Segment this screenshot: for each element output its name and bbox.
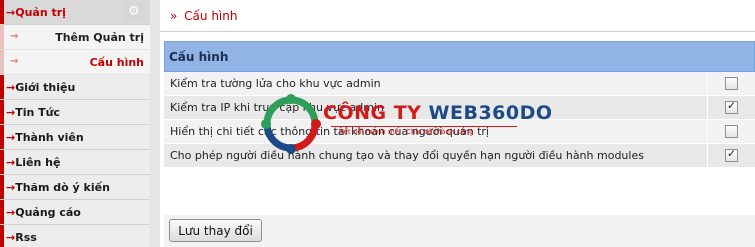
breadcrumb-separator: » <box>170 9 178 23</box>
sidebar: →Quản trị ⚙ → Thêm Quản trị → Cấu hình →… <box>0 0 150 247</box>
breadcrumb: » Cấu hình <box>170 9 237 23</box>
sidebar-sub-accent <box>0 25 4 49</box>
arrow-icon: → <box>6 181 16 194</box>
arrow-icon: → <box>6 156 16 169</box>
setting-checkbox-ip-check[interactable]: ✓ <box>725 99 738 114</box>
sidebar-subitem-label: Cấu hình <box>89 56 144 69</box>
sidebar-subitem-label: Thêm Quản trị <box>55 31 144 44</box>
sidebar-accent-bar <box>0 100 4 124</box>
sidebar-item-label: Liên hệ <box>15 156 61 169</box>
setting-row: Kiểm tra IP khi truy cập khu vực admin ✓ <box>164 96 755 120</box>
setting-row: Kiểm tra tường lửa cho khu vực admin <box>164 72 755 96</box>
sidebar-subitem-cau-hinh[interactable]: → Cấu hình <box>0 50 150 75</box>
arrow-icon: → <box>6 6 16 19</box>
setting-row: Hiển thị chi tiết các thông tin tài khoả… <box>164 120 755 144</box>
main-content: » Cấu hình Cấu hình Kiểm tra tường lửa c… <box>160 0 755 247</box>
sidebar-item-quan-tri[interactable]: →Quản trị ⚙ <box>0 0 150 25</box>
sidebar-item-label: Quảng cáo <box>15 206 81 219</box>
sidebar-accent-bar <box>0 225 4 247</box>
setting-label: Cho phép người điều hành chung tạo và th… <box>170 149 644 162</box>
setting-checkbox-module-permissions[interactable]: ✓ <box>725 147 738 162</box>
checkmark-icon: ✓ <box>727 99 737 112</box>
sidebar-accent-bar <box>0 125 4 149</box>
setting-checkbox-account-details[interactable] <box>725 125 738 138</box>
sidebar-accent-bar <box>0 0 4 24</box>
sidebar-sub-accent <box>0 50 4 74</box>
sidebar-accent-bar <box>0 175 4 199</box>
setting-label: Hiển thị chi tiết các thông tin tài khoả… <box>170 125 489 138</box>
arrow-icon: → <box>10 56 19 67</box>
sidebar-item-tin-tuc[interactable]: →Tin Tức <box>0 100 150 125</box>
breadcrumb-divider <box>160 31 755 32</box>
sidebar-item-gioi-thieu[interactable]: →Giới thiệu <box>0 75 150 100</box>
sidebar-item-label: Thăm dò ý kiến <box>15 181 110 194</box>
sidebar-item-rss[interactable]: →Rss <box>0 225 150 247</box>
sidebar-item-label: Giới thiệu <box>15 81 76 94</box>
checkbox-cell: ✓ <box>707 144 755 167</box>
gear-icon[interactable]: ⚙ <box>124 3 144 21</box>
checkbox-cell <box>707 72 755 95</box>
breadcrumb-link-cau-hinh[interactable]: Cấu hình <box>184 9 237 23</box>
arrow-icon: → <box>6 231 16 244</box>
setting-label: Kiểm tra IP khi truy cập khu vực admin <box>170 101 384 114</box>
checkmark-icon: ✓ <box>727 147 737 160</box>
sidebar-accent-bar <box>0 75 4 99</box>
form-actions: Lưu thay đổi <box>164 215 755 247</box>
sidebar-divider <box>150 0 160 247</box>
sidebar-subitem-them-quan-tri[interactable]: → Thêm Quản trị <box>0 25 150 50</box>
sidebar-accent-bar <box>0 150 4 174</box>
checkbox-cell <box>707 120 755 143</box>
settings-panel: Cấu hình Kiểm tra tường lửa cho khu vực … <box>164 41 755 247</box>
sidebar-item-tham-do-y-kien[interactable]: →Thăm dò ý kiến <box>0 175 150 200</box>
sidebar-item-label: Rss <box>15 231 37 244</box>
arrow-icon: → <box>6 106 16 119</box>
setting-row: Cho phép người điều hành chung tạo và th… <box>164 144 755 168</box>
setting-label: Kiểm tra tường lửa cho khu vực admin <box>170 77 381 90</box>
sidebar-item-label: Quản trị <box>15 6 66 19</box>
save-changes-button[interactable]: Lưu thay đổi <box>169 219 262 242</box>
arrow-icon: → <box>6 81 16 94</box>
arrow-icon: → <box>10 31 19 42</box>
panel-title: Cấu hình <box>164 41 755 72</box>
sidebar-item-label: Thành viên <box>15 131 84 144</box>
arrow-icon: → <box>6 206 16 219</box>
sidebar-accent-bar <box>0 200 4 224</box>
setting-checkbox-firewall[interactable] <box>725 77 738 90</box>
sidebar-item-label: Tin Tức <box>15 106 61 119</box>
sidebar-item-lien-he[interactable]: →Liên hệ <box>0 150 150 175</box>
checkbox-cell: ✓ <box>707 96 755 119</box>
arrow-icon: → <box>6 131 16 144</box>
sidebar-item-quang-cao[interactable]: →Quảng cáo <box>0 200 150 225</box>
sidebar-item-thanh-vien[interactable]: →Thành viên <box>0 125 150 150</box>
